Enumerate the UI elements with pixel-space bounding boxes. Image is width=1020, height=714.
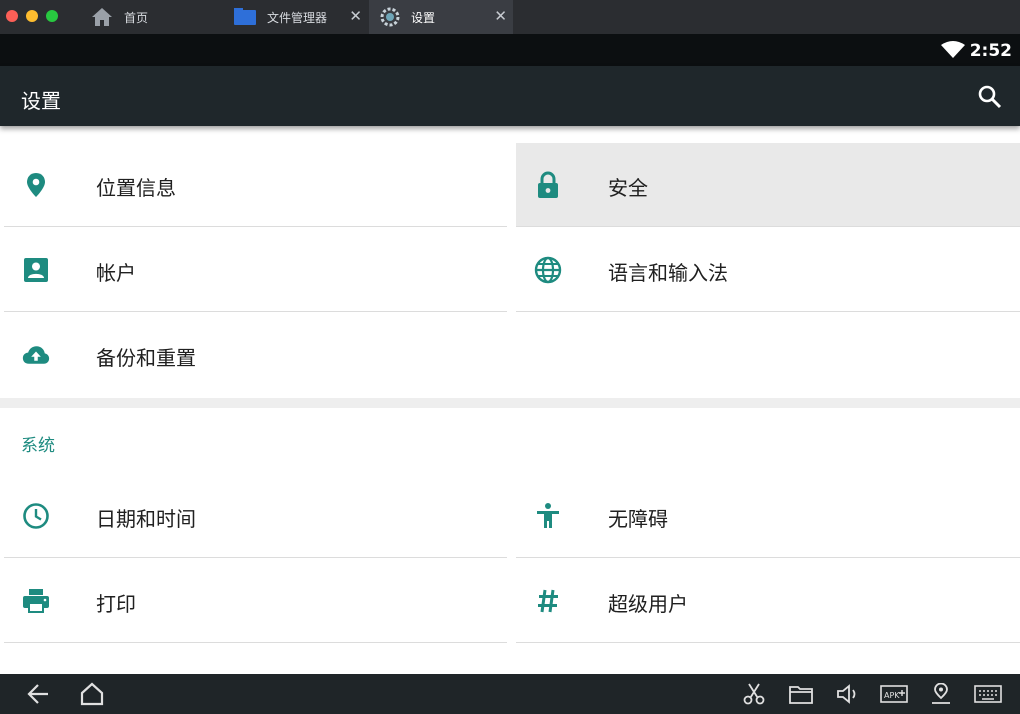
settings-item-printing[interactable]: 打印 bbox=[4, 559, 507, 643]
window-minimize-dot[interactable] bbox=[26, 10, 38, 22]
gear-icon bbox=[379, 6, 401, 28]
tab-label: 设置 bbox=[411, 10, 436, 25]
scissors-icon[interactable] bbox=[741, 681, 767, 707]
home-icon bbox=[90, 6, 114, 28]
location-icon[interactable] bbox=[928, 681, 954, 707]
cloud-upload-icon bbox=[22, 341, 50, 369]
tab-file-manager[interactable]: 文件管理器 ✕ bbox=[223, 0, 368, 34]
accessibility-icon bbox=[534, 502, 562, 530]
volume-icon[interactable] bbox=[835, 681, 861, 707]
tab-settings[interactable]: 设置 ✕ bbox=[369, 0, 513, 34]
page-title: 设置 bbox=[21, 89, 61, 113]
globe-icon bbox=[534, 256, 562, 284]
tab-home[interactable]: 首页 bbox=[80, 0, 222, 34]
clock-icon bbox=[22, 502, 50, 530]
tab-label: 文件管理器 bbox=[267, 10, 328, 25]
home-icon[interactable] bbox=[78, 681, 106, 707]
folder-icon bbox=[233, 7, 257, 27]
back-icon[interactable] bbox=[24, 681, 52, 707]
status-time: 2:52 bbox=[969, 41, 1012, 61]
window-close-dot[interactable] bbox=[6, 10, 18, 22]
settings-item-security[interactable]: 安全 bbox=[516, 143, 1020, 227]
settings-item-label: 备份和重置 bbox=[96, 346, 196, 370]
lock-icon bbox=[534, 171, 562, 199]
wifi-icon bbox=[941, 41, 965, 63]
settings-item-accessibility[interactable]: 无障碍 bbox=[516, 474, 1020, 558]
settings-item-superuser[interactable]: 超级用户 bbox=[516, 559, 1020, 643]
settings-item-date-time[interactable]: 日期和时间 bbox=[4, 474, 507, 558]
settings-item-backup-reset[interactable]: 备份和重置 bbox=[4, 313, 507, 397]
account-box-icon bbox=[22, 256, 50, 284]
apk-install-icon[interactable]: APK bbox=[879, 681, 909, 707]
settings-item-language-input[interactable]: 语言和输入法 bbox=[516, 228, 1020, 312]
window-maximize-dot[interactable] bbox=[46, 10, 58, 22]
settings-item-label: 超级用户 bbox=[608, 592, 688, 616]
section-divider bbox=[0, 398, 1020, 408]
status-bar bbox=[0, 34, 1020, 66]
settings-item-accounts[interactable]: 帐户 bbox=[4, 228, 507, 312]
settings-item-label: 位置信息 bbox=[96, 176, 176, 200]
printer-icon bbox=[22, 587, 50, 615]
settings-item-label: 无障碍 bbox=[608, 507, 668, 531]
tab-close-icon[interactable]: ✕ bbox=[494, 8, 507, 24]
settings-item-label: 语言和输入法 bbox=[608, 261, 728, 285]
navigation-bar: APK bbox=[0, 674, 1020, 714]
settings-item-partial[interactable] bbox=[516, 644, 1020, 674]
settings-item-location[interactable]: 位置信息 bbox=[4, 143, 507, 227]
keyboard-icon[interactable] bbox=[973, 681, 1003, 707]
tab-label: 首页 bbox=[124, 10, 149, 25]
folder-icon[interactable] bbox=[788, 681, 814, 707]
section-title-system: 系统 bbox=[21, 436, 55, 456]
app-bar: 设置 bbox=[0, 66, 1020, 126]
settings-item-label: 帐户 bbox=[96, 261, 136, 285]
settings-item-label: 安全 bbox=[608, 176, 648, 200]
browser-tab-bar: 首页 文件管理器 ✕ 设置 ✕ bbox=[0, 0, 1020, 34]
svg-text:APK: APK bbox=[884, 691, 900, 700]
hash-icon bbox=[534, 587, 562, 615]
settings-item-label: 日期和时间 bbox=[96, 507, 196, 531]
tab-close-icon[interactable]: ✕ bbox=[349, 8, 362, 24]
settings-item-label: 打印 bbox=[96, 592, 136, 616]
location-pin-icon bbox=[22, 171, 50, 199]
search-icon[interactable] bbox=[975, 83, 1005, 111]
